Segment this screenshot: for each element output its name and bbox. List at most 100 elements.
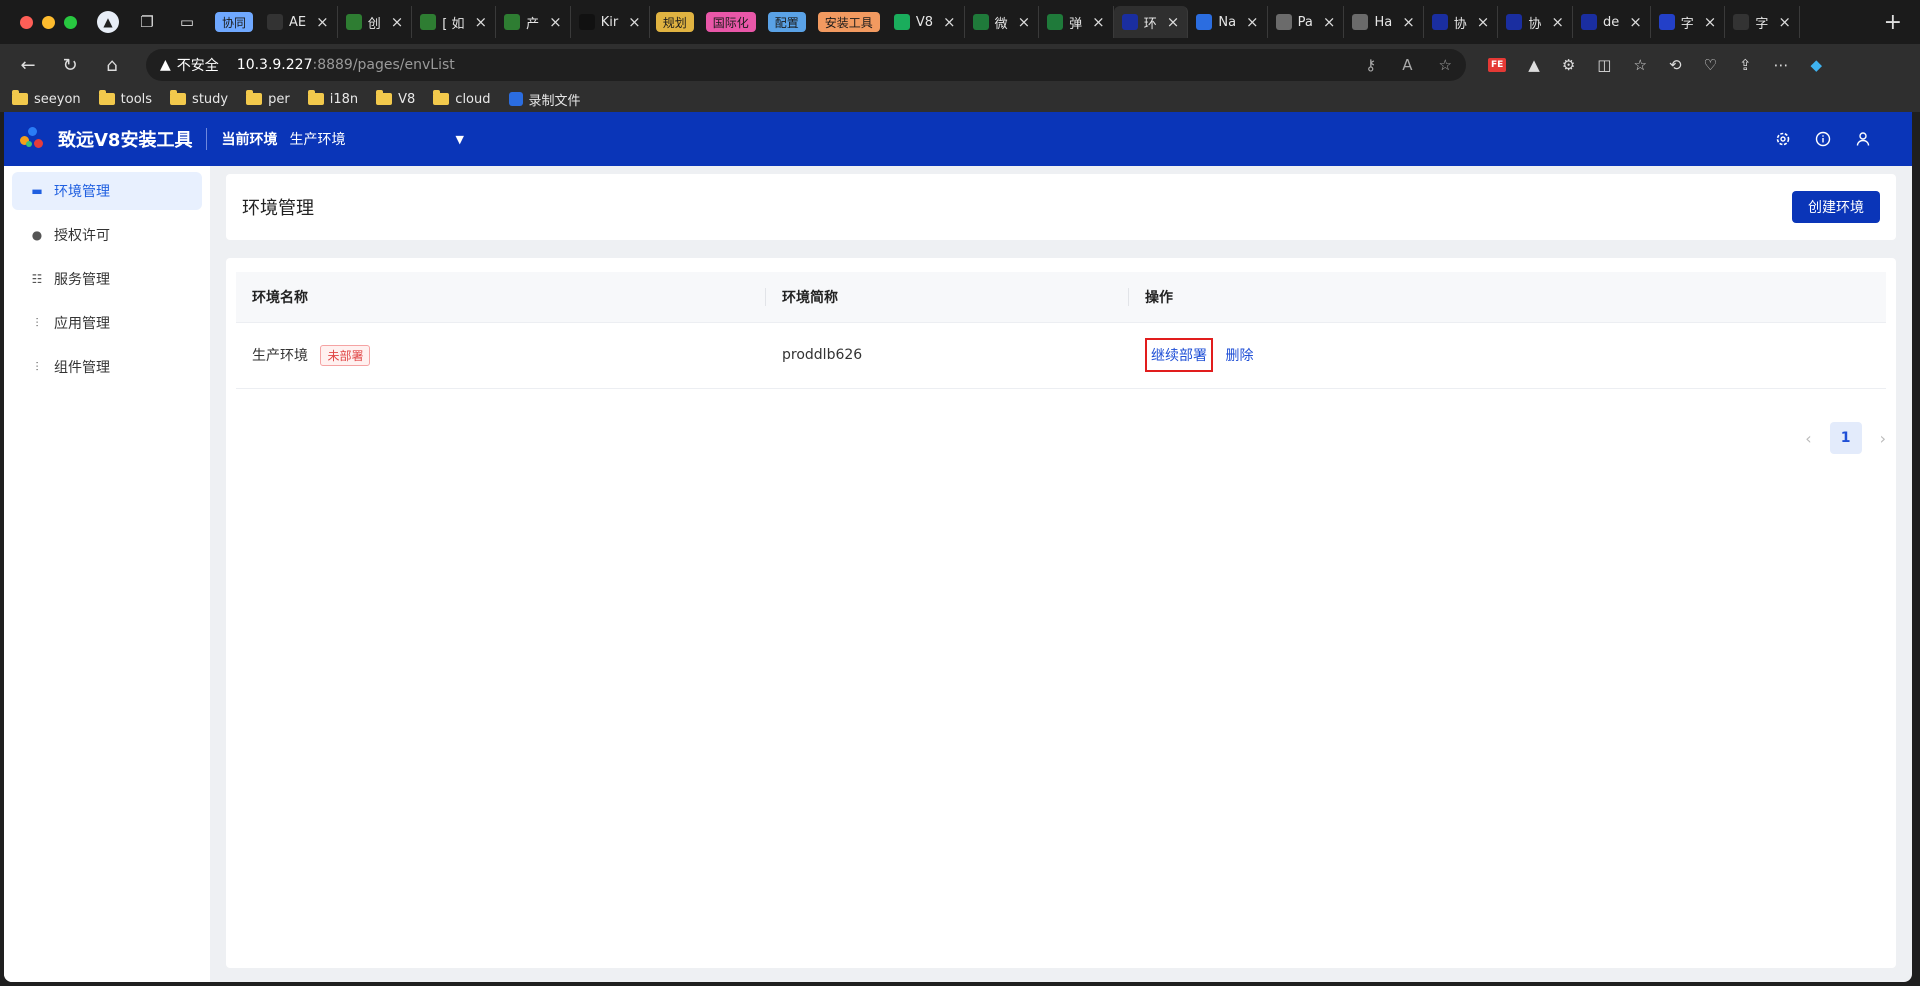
continue-deploy-link[interactable]: 继续部署 [1151,348,1207,364]
sidebar-item[interactable]: ● 授权许可 [12,216,202,254]
new-tab-icon[interactable]: + [1884,10,1902,35]
sidebar-item[interactable]: ▬ 环境管理 [12,172,202,210]
close-tab-icon[interactable]: × [628,13,641,31]
close-tab-icon[interactable]: × [316,13,329,31]
component-icon: ⫶ [35,359,39,374]
split-screen-icon[interactable]: ◫ [1597,56,1611,74]
settings-gear-icon[interactable] [1774,130,1792,148]
browser-tab[interactable]: de × [1573,6,1651,38]
back-icon[interactable]: ← [14,51,42,79]
browser-tab[interactable]: Na × [1188,6,1268,38]
favorite-star-icon[interactable]: ☆ [1439,56,1452,74]
bookmark-item[interactable]: study [170,90,228,107]
env-select[interactable]: 生产环境 [289,129,455,149]
favorites-icon[interactable]: ☆ [1633,56,1646,74]
tab-favicon-icon [1121,14,1138,30]
tab-group-label[interactable]: 配置 [767,12,806,32]
history-icon[interactable]: ⟲ [1669,56,1682,74]
bookmark-item[interactable]: per [246,90,290,107]
tab-group-label[interactable]: 规划 [655,12,694,32]
close-tab-icon[interactable]: × [1551,13,1564,31]
tab-title: 弹 [1069,16,1083,32]
browser-tab[interactable]: Ha × [1344,6,1424,38]
close-tab-icon[interactable]: × [1167,13,1180,31]
performance-icon[interactable]: ♡ [1704,56,1717,74]
env-list-card: 环境名称 环境简称 操作 生产环境 未部署 proddlb626 继续部署 删除 [226,258,1896,968]
tab-group-label[interactable]: 安装工具 [817,12,880,32]
bookmark-item[interactable]: tools [98,90,152,107]
close-window-button[interactable] [20,15,33,29]
workspaces-icon[interactable]: ❐ [135,10,159,34]
share-icon[interactable]: ⇪ [1739,56,1752,74]
close-tab-icon[interactable]: × [1402,13,1415,31]
browser-tab[interactable]: 弹 × [1039,6,1114,38]
browser-tab[interactable]: 创 × [338,6,413,38]
home-icon[interactable]: ⌂ [98,51,126,79]
close-tab-icon[interactable]: × [549,13,562,31]
browser-tab[interactable]: Kir × [571,6,650,38]
sidebar-item[interactable]: ☷ 服务管理 [12,260,202,298]
close-tab-icon[interactable]: × [1629,13,1642,31]
sidebar-item[interactable]: ⫶ 组件管理 [12,348,202,386]
browser-tab[interactable]: 环 × [1113,6,1189,38]
tab-favicon-icon [1431,14,1448,30]
close-tab-icon[interactable]: × [1323,13,1336,31]
close-tab-icon[interactable]: × [1704,13,1717,31]
sidebar-item-label: 组件管理 [54,360,110,376]
bookmark-item[interactable]: V8 [376,90,415,107]
read-aloud-icon[interactable]: A [1402,56,1412,74]
user-icon[interactable] [1854,130,1872,148]
browser-tab[interactable]: 协 × [1498,6,1573,38]
extension-triangle-icon[interactable]: ▲ [1528,56,1540,74]
more-icon[interactable]: ⋯ [1774,56,1789,74]
sidebar-item-label: 环境管理 [54,184,110,200]
close-tab-icon[interactable]: × [1778,13,1791,31]
tab-title: Pa [1297,14,1313,30]
delete-link[interactable]: 删除 [1225,348,1253,364]
tab-actions-icon[interactable]: ▭ [175,10,199,34]
maximize-window-button[interactable] [64,15,77,29]
next-page-icon[interactable]: › [1880,429,1886,448]
bookmark-item[interactable]: seeyon [12,90,81,107]
browser-tab[interactable]: 产 × [496,6,571,38]
close-tab-icon[interactable]: × [475,13,488,31]
tab-group-label[interactable]: 国际化 [705,12,756,32]
sidebar-item[interactable]: ⫶ 应用管理 [12,304,202,342]
sidebar-item-label: 应用管理 [54,316,110,332]
column-header-label: 环境简称 [782,289,838,306]
close-tab-icon[interactable]: × [391,13,404,31]
extensions-icon[interactable]: ⚙ [1562,56,1575,74]
bookmark-item[interactable]: 录制文件 [508,90,581,109]
create-environment-button[interactable]: 创建环境 [1792,191,1880,223]
tab-group-label[interactable]: 协同 [215,12,254,32]
refresh-icon[interactable]: ↻ [56,51,84,79]
browser-tab[interactable]: 字 × [1651,6,1726,38]
minimize-window-button[interactable] [42,15,55,29]
browser-tab[interactable]: Pa × [1268,6,1345,38]
browser-tab[interactable]: 协 × [1424,6,1499,38]
close-tab-icon[interactable]: × [1092,13,1105,31]
chevron-down-icon[interactable]: ▼ [455,133,463,146]
bookmark-item[interactable]: i18n [307,90,358,107]
browser-tab[interactable]: 字 × [1725,6,1800,38]
bookmark-item[interactable]: cloud [433,90,491,107]
browser-tab[interactable]: [ 如 × [412,6,497,38]
browser-tab[interactable]: V8 × [886,6,965,38]
url-bar[interactable]: ▲ 不安全 10.3.9.227:8889/pages/envList ⚷ A … [146,49,1466,81]
browser-tab[interactable]: 微 × [965,6,1040,38]
close-tab-icon[interactable]: × [943,13,956,31]
browser-tab[interactable]: AE × [259,6,338,38]
address-toolbar: ← ↻ ⌂ ▲ 不安全 10.3.9.227:8889/pages/envLis… [0,44,1920,86]
close-tab-icon[interactable]: × [1246,13,1259,31]
page-number[interactable]: 1 [1829,422,1862,454]
key-icon[interactable]: ⚷ [1365,56,1376,74]
prev-page-icon[interactable]: ‹ [1805,429,1811,448]
fe-extension-icon[interactable]: FE [1488,58,1507,72]
app-icon: ⫶ [35,315,39,330]
close-tab-icon[interactable]: × [1477,13,1490,31]
close-tab-icon[interactable]: × [1018,13,1031,31]
info-icon[interactable] [1814,130,1832,148]
folder-icon [12,90,28,105]
profile-avatar-icon[interactable]: ▲ [97,11,119,33]
copilot-icon[interactable]: ◆ [1811,56,1823,74]
